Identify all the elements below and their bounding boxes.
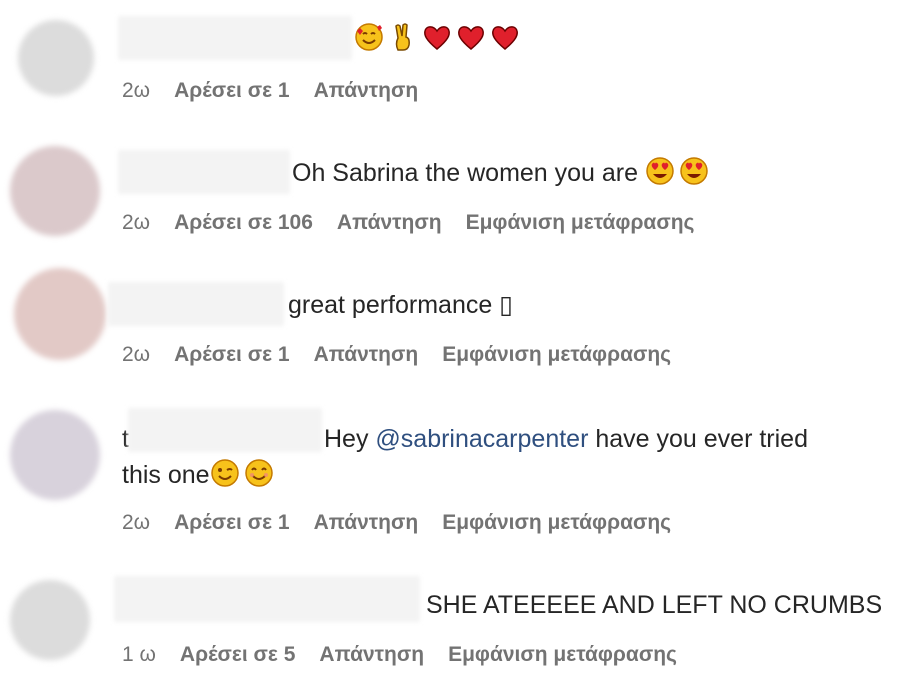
likes-count[interactable]: Αρέσει σε 5	[180, 642, 295, 668]
comment-meta: 2ω Αρέσει σε 1 Απάντηση Εμφάνιση μετάφρα…	[122, 342, 695, 368]
timestamp: 2ω	[122, 511, 151, 534]
username-blurred[interactable]	[118, 16, 352, 60]
comment-body: Hey @sabrinacarpenter have you ever trie…	[324, 422, 808, 456]
comment-text: great performance ▯	[288, 291, 513, 319]
timestamp: 2ω	[122, 343, 151, 366]
avatar[interactable]	[10, 146, 100, 236]
comment-meta: 2ω Αρέσει σε 1 Απάντηση Εμφάνιση μετάφρα…	[122, 510, 695, 536]
comment-meta: 2ω Αρέσει σε 1 Απάντηση	[122, 78, 442, 104]
likes-count[interactable]: Αρέσει σε 1	[174, 510, 289, 536]
likes-count[interactable]: Αρέσει σε 1	[174, 342, 289, 368]
see-translation-button[interactable]: Εμφάνιση μετάφρασης	[442, 510, 671, 536]
reply-button[interactable]: Απάντηση	[319, 642, 424, 668]
username-blurred[interactable]	[128, 408, 322, 452]
comment-5: SHE ATEEEEE AND LEFT NO CRUMBS 1 ω Αρέσε…	[0, 570, 900, 688]
red-heart-icon	[492, 26, 518, 50]
smiling-face-icon	[244, 459, 273, 487]
likes-count[interactable]: Αρέσει σε 106	[174, 210, 313, 236]
comment-2: Oh Sabrina the women you are 2ω Αρέσει σ…	[0, 130, 900, 250]
comment-text: SHE ATEEEEE AND LEFT NO CRUMBS	[426, 591, 883, 619]
comment-body: Oh Sabrina the women you are	[292, 156, 713, 190]
comment-meta: 2ω Αρέσει σε 106 Απάντηση Εμφάνιση μετάφ…	[122, 210, 718, 236]
timestamp: 2ω	[122, 211, 151, 234]
comment-text-after: have you ever tried	[588, 425, 808, 453]
comment-body: SHE ATEEEEE AND LEFT NO CRUMBS	[426, 588, 882, 622]
winking-face-icon	[210, 459, 239, 487]
red-heart-icon	[458, 26, 484, 50]
smiling-face-with-hearts-icon	[355, 23, 383, 51]
avatar[interactable]	[10, 580, 90, 660]
reply-button[interactable]: Απάντηση	[314, 510, 419, 536]
username-blurred[interactable]	[114, 576, 420, 622]
heart-eyes-icon	[680, 157, 708, 185]
comment-meta: 1 ω Αρέσει σε 5 Απάντηση Εμφάνιση μετάφρ…	[122, 642, 701, 668]
comment-3: great performance ▯ 2ω Αρέσει σε 1 Απάντ…	[0, 260, 900, 380]
mention-link[interactable]: @sabrinacarpenter	[375, 425, 588, 453]
comment-text: Oh Sabrina the women you are	[292, 159, 639, 187]
comment-4: t Hey @sabrinacarpenter have you ever tr…	[0, 400, 900, 550]
timestamp: 2ω	[122, 79, 151, 102]
avatar[interactable]	[10, 410, 100, 500]
see-translation-button[interactable]: Εμφάνιση μετάφρασης	[442, 342, 671, 368]
see-translation-button[interactable]: Εμφάνιση μετάφρασης	[448, 642, 677, 668]
victory-hand-icon	[395, 23, 410, 51]
likes-count[interactable]: Αρέσει σε 1	[174, 78, 289, 104]
comment-body-line2: this one	[122, 458, 278, 492]
reply-button[interactable]: Απάντηση	[337, 210, 442, 236]
comment-1: 2ω Αρέσει σε 1 Απάντηση	[0, 0, 900, 120]
comment-body: great performance ▯	[288, 288, 513, 322]
username-blurred[interactable]	[118, 150, 290, 194]
username-blurred[interactable]	[108, 282, 284, 326]
red-heart-icon	[424, 26, 450, 50]
comment-body	[354, 22, 524, 56]
avatar[interactable]	[18, 20, 94, 96]
avatar[interactable]	[14, 268, 106, 360]
see-translation-button[interactable]: Εμφάνιση μετάφρασης	[466, 210, 695, 236]
heart-eyes-icon	[646, 157, 674, 185]
comment-text-before: Hey	[324, 425, 376, 453]
comment-text-line2: this one	[122, 461, 210, 489]
timestamp: 1 ω	[122, 643, 156, 666]
reply-button[interactable]: Απάντηση	[314, 78, 419, 104]
reply-button[interactable]: Απάντηση	[314, 342, 419, 368]
